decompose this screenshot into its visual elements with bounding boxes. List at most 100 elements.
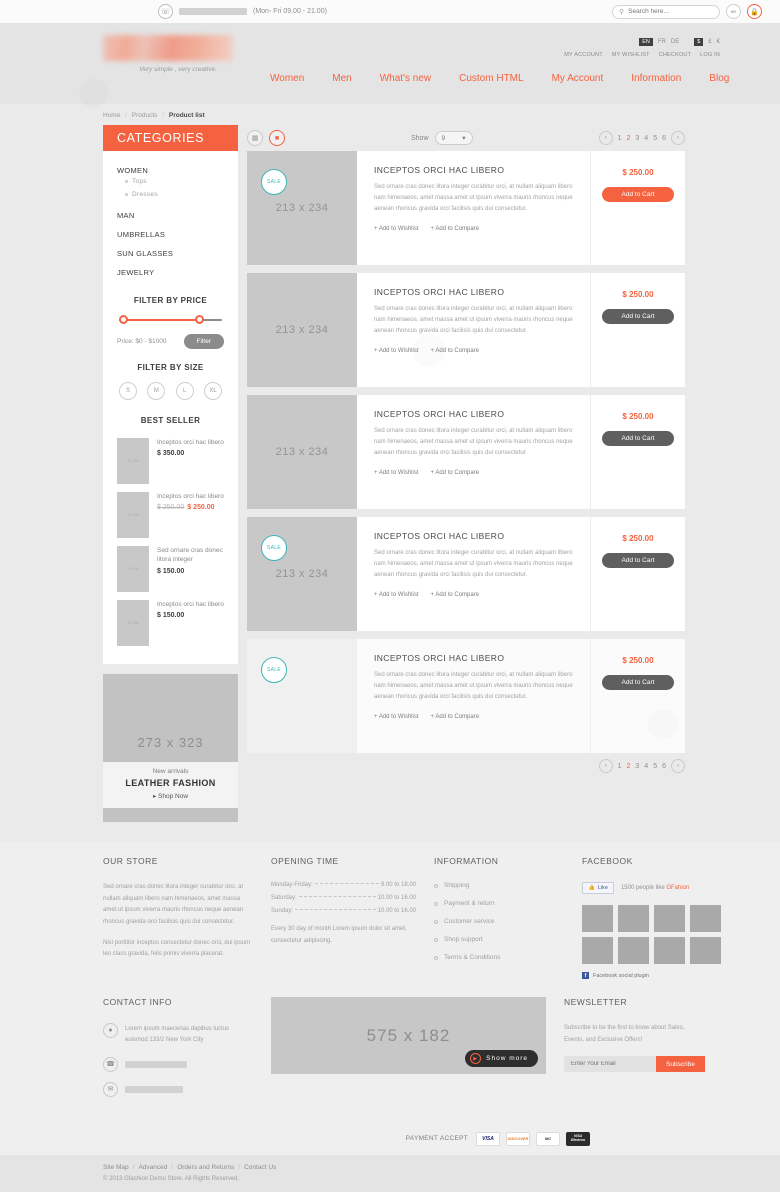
avatar[interactable]	[654, 937, 685, 964]
language-de[interactable]: DE	[671, 39, 679, 45]
size-option-xl[interactable]: XL	[203, 382, 222, 400]
product-title[interactable]: INCEPTOS ORCI HAC LIBERO	[374, 409, 576, 419]
list-item[interactable]: 70 x 80 Inceptos orci hac libero $ 350.0…	[117, 434, 224, 488]
add-to-wishlist-link[interactable]: + Add to Wishlist	[374, 226, 419, 232]
pagination-page-6[interactable]: 6	[662, 763, 666, 770]
list-item[interactable]: 70 x 80 Inceptos orci hac libero $ 250.0…	[117, 488, 224, 542]
size-option-s[interactable]: S	[119, 382, 137, 400]
link-advanced[interactable]: Advanced	[138, 1164, 167, 1171]
pagination-page-4[interactable]: 4	[644, 763, 648, 770]
show-more-button[interactable]: ▶ Show more	[465, 1050, 538, 1067]
link-checkout[interactable]: CHECKOUT	[659, 52, 691, 58]
promo-banner[interactable]: 273 x 323 New arrivals LEATHER FASHION ▸…	[103, 674, 238, 822]
nav-custom-html[interactable]: Custom HTML	[459, 73, 523, 84]
pagination-next[interactable]: ›	[671, 131, 685, 145]
add-to-wishlist-link[interactable]: + Add to Wishlist	[374, 714, 419, 720]
add-to-wishlist-link[interactable]: + Add to Wishlist	[374, 348, 419, 354]
info-link-shipping[interactable]: Shipping	[434, 882, 564, 889]
pagination-page-5[interactable]: 5	[653, 135, 657, 142]
table-row[interactable]: SALE 213 x 234 INCEPTOS ORCI HAC LIBERO …	[247, 151, 685, 265]
list-item[interactable]: 70 x 80 Sed ornare cras donec litora int…	[117, 542, 224, 596]
add-to-wishlist-link[interactable]: + Add to Wishlist	[374, 592, 419, 598]
cart-icon[interactable]: 🔒	[747, 4, 762, 19]
pagination-page-1[interactable]: 1	[618, 135, 622, 142]
link-orders-returns[interactable]: Orders and Returns	[177, 1164, 234, 1171]
avatar[interactable]	[618, 905, 649, 932]
currency-usd[interactable]: $	[694, 38, 704, 46]
nav-my-account[interactable]: My Account	[552, 73, 604, 84]
pagination-prev[interactable]: ‹	[598, 131, 613, 145]
language-fr[interactable]: FR	[658, 39, 666, 45]
nav-men[interactable]: Men	[332, 73, 351, 84]
avatar[interactable]	[654, 905, 685, 932]
product-title[interactable]: INCEPTOS ORCI HAC LIBERO	[374, 531, 576, 541]
add-to-cart-button[interactable]: Add to Cart	[602, 187, 674, 202]
product-title[interactable]: INCEPTOS ORCI HAC LIBERO	[374, 165, 576, 175]
product-title[interactable]: INCEPTOS ORCI HAC LIBERO	[374, 653, 576, 663]
avatar[interactable]	[618, 937, 649, 964]
product-image[interactable]: SALE 213 x 234	[247, 151, 357, 265]
sidebar-item-women[interactable]: WOMEN Tops Dresses	[117, 161, 224, 206]
add-to-compare-link[interactable]: + Add to Compare	[431, 470, 480, 476]
add-to-cart-button[interactable]: Add to Cart	[602, 431, 674, 446]
shop-now-link[interactable]: ▸ Shop Now	[103, 792, 238, 800]
add-to-cart-button[interactable]: Add to Cart	[602, 553, 674, 568]
breadcrumb-home[interactable]: Home	[103, 112, 120, 119]
size-option-l[interactable]: L	[175, 382, 194, 400]
table-row[interactable]: 213 x 234 INCEPTOS ORCI HAC LIBERO Sed o…	[247, 395, 685, 509]
share-icon[interactable]: ⇚	[726, 4, 741, 19]
product-title[interactable]: INCEPTOS ORCI HAC LIBERO	[374, 287, 576, 297]
newsletter-email-input[interactable]	[564, 1056, 656, 1073]
nav-blog[interactable]: Blog	[709, 73, 729, 84]
filter-button[interactable]: Filter	[183, 334, 224, 349]
currency-eur[interactable]: €	[717, 39, 720, 45]
breadcrumb-products[interactable]: Products	[132, 112, 158, 119]
pagination-prev[interactable]: ‹	[598, 759, 613, 773]
size-option-m[interactable]: M	[147, 382, 166, 400]
currency-gbp[interactable]: £	[708, 39, 711, 45]
link-log-in[interactable]: LOG IN	[700, 52, 720, 58]
info-link-shop-support[interactable]: Shop support	[434, 936, 564, 943]
promo-image[interactable]: 575 x 182 ▶ Show more	[271, 997, 546, 1074]
add-to-cart-button[interactable]: Add to Cart	[602, 675, 674, 690]
avatar[interactable]	[690, 905, 721, 932]
slider-handle-min[interactable]	[119, 315, 128, 324]
list-item[interactable]: 70 x 80 Inceptos orci hac libero $ 150.0…	[117, 596, 224, 650]
link-my-account[interactable]: MY ACCOUNT	[564, 52, 603, 58]
product-image[interactable]: 213 x 234	[247, 395, 357, 509]
search-box[interactable]: ⚲	[612, 4, 720, 19]
nav-whats-new[interactable]: What's new	[380, 73, 431, 84]
sidebar-item-dresses[interactable]: Dresses	[125, 188, 224, 201]
subscribe-button[interactable]: Subscribe	[656, 1056, 705, 1073]
pagination-page-1[interactable]: 1	[618, 763, 622, 770]
info-link-customer-service[interactable]: Customer service	[434, 918, 564, 925]
sidebar-item-jewelry[interactable]: JEWELRY	[117, 263, 224, 282]
table-row[interactable]: SALE INCEPTOS ORCI HAC LIBERO Sed ornare…	[247, 639, 685, 753]
list-view-icon[interactable]: ■	[269, 130, 285, 146]
product-image[interactable]: SALE 213 x 234	[247, 517, 357, 631]
product-image[interactable]: 213 x 234	[247, 273, 357, 387]
sidebar-item-tops[interactable]: Tops	[125, 175, 224, 188]
nav-women[interactable]: Women	[270, 73, 304, 84]
sidebar-item-man[interactable]: MAN	[117, 206, 224, 225]
sidebar-item-umbrellas[interactable]: UMBRELLAS	[117, 225, 224, 244]
search-input[interactable]	[628, 8, 715, 15]
sidebar-item-sun-glasses[interactable]: SUN GLASSES	[117, 244, 224, 263]
avatar[interactable]	[582, 905, 613, 932]
link-site-map[interactable]: Site Map	[103, 1164, 129, 1171]
pagination-next[interactable]: ›	[671, 759, 685, 773]
avatar[interactable]	[690, 937, 721, 964]
pagination-page-3[interactable]: 3	[635, 763, 639, 770]
add-to-compare-link[interactable]: + Add to Compare	[431, 714, 480, 720]
pagination-page-5[interactable]: 5	[653, 763, 657, 770]
link-my-wishlist[interactable]: MY WISHLIST	[612, 52, 650, 58]
pagination-page-3[interactable]: 3	[635, 135, 639, 142]
pagination-page-6[interactable]: 6	[662, 135, 666, 142]
pagination-page-2[interactable]: 2	[626, 763, 630, 770]
price-slider[interactable]	[119, 315, 222, 325]
slider-handle-max[interactable]	[195, 315, 205, 324]
avatar[interactable]	[582, 937, 613, 964]
link-contact-us[interactable]: Contact Us	[244, 1164, 276, 1171]
product-image[interactable]: SALE	[247, 639, 357, 753]
language-en[interactable]: EN	[639, 38, 653, 46]
